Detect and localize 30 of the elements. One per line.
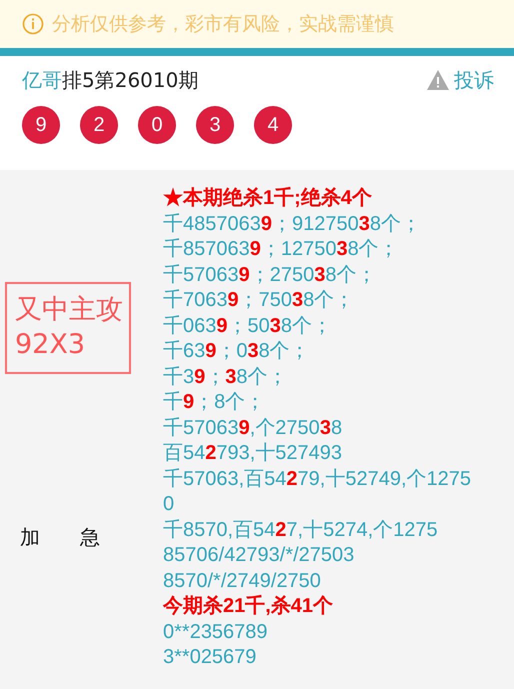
prediction-line: 千570639；275038个； <box>163 262 378 288</box>
post-title: 亿哥排5第26010期 <box>22 66 198 94</box>
prediction-heading: ★本期绝杀1千;绝杀4个 <box>163 186 373 211</box>
number-ball: 2 <box>80 106 118 144</box>
prediction-line: 千70639；75038个； <box>163 288 356 313</box>
number-ball: 0 <box>138 106 176 144</box>
highlight-badge: 又中主攻 92X3 <box>5 282 131 374</box>
number-ball: 3 <box>196 106 234 144</box>
info-icon <box>22 13 44 35</box>
prediction-line: 千39；38个； <box>163 364 288 390</box>
prediction-line: 千9；8个； <box>163 390 266 415</box>
complaint-link[interactable]: 投诉 <box>426 66 494 94</box>
prediction-line: 3**025679 <box>163 645 258 670</box>
prediction-line: 千48570639；91275038个； <box>163 212 422 236</box>
prediction-line: 0**2356789 <box>163 620 269 644</box>
prediction-line: 千57063,百54279,十52749,个12750 <box>163 466 472 517</box>
prediction-heading: 今期杀21千,杀41个 <box>163 594 334 619</box>
number-ball: 4 <box>254 106 292 144</box>
prediction-line: 千639；038个； <box>163 339 311 364</box>
prediction-line: 千570639,个275038 <box>163 416 344 440</box>
prediction-line: 千0639；5038个； <box>163 314 333 338</box>
prediction-line: 8570/*/2749/2750 <box>163 568 322 594</box>
warning-icon <box>426 69 450 91</box>
number-ball: 9 <box>22 106 60 144</box>
prediction-line: 千8570,百5427,十5274,个1275 <box>163 518 439 542</box>
notice-text: 分析仅供参考，彩市有风险，实战需谨慎 <box>52 12 394 37</box>
prediction-line: 百542793,十527493 <box>163 441 344 466</box>
urgent-label: 加 急 <box>20 524 100 551</box>
prediction-line: 千8570639；1275038个； <box>163 237 400 262</box>
prediction-line: 85706/42793/*/27503 <box>163 543 356 568</box>
